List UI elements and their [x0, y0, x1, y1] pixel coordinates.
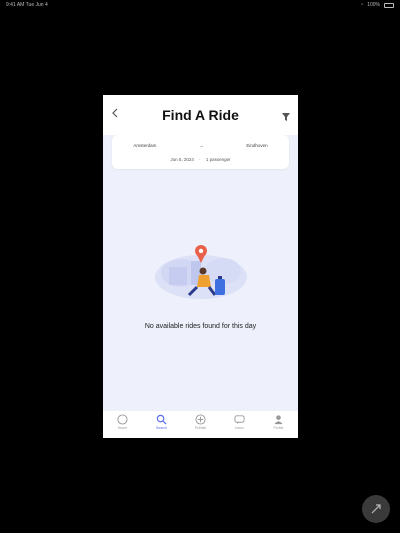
chat-icon — [234, 415, 245, 425]
search-icon — [156, 414, 167, 425]
wifi-icon: ◔ — [360, 2, 364, 8]
bottom-tab-bar: Home Search Publish Inbox Profile — [103, 411, 298, 438]
user-icon — [274, 415, 283, 425]
passenger-count: 1 passenger — [205, 157, 231, 162]
tab-home[interactable]: Home — [105, 414, 141, 430]
meta-separator: · — [199, 157, 201, 162]
header: Find A Ride — [103, 95, 298, 135]
status-bar: 9:41 AM Tue Jun 4 ◔ 100% — [0, 0, 400, 10]
status-time: 9:41 AM — [6, 2, 25, 8]
empty-state-illustration — [151, 237, 251, 307]
status-date: Tue Jun 4 — [25, 2, 48, 8]
route-row: Amsterdam → Eindhoven — [112, 143, 289, 148]
page-title: Find A Ride — [162, 107, 239, 123]
status-left: 9:41 AM Tue Jun 4 — [6, 2, 48, 8]
tab-label-search: Search — [155, 426, 168, 430]
destination-city: Eindhoven — [246, 143, 268, 148]
battery-percent: 100% — [367, 2, 380, 8]
status-right: ◔ 100% — [360, 2, 394, 8]
tab-inbox[interactable]: Inbox — [222, 414, 258, 430]
tab-search[interactable]: Search — [144, 414, 180, 430]
battery-icon — [384, 2, 394, 8]
filter-button[interactable] — [281, 109, 291, 121]
origin-city: Amsterdam — [133, 143, 157, 148]
tab-label-inbox: Inbox — [235, 426, 244, 430]
tab-label-profile: Profile — [273, 426, 284, 430]
empty-state-message: No available rides found for this day — [144, 323, 257, 330]
app-screen: Find A Ride Amsterdam → Eindhoven Jun 5,… — [103, 95, 298, 438]
assistive-touch-button[interactable] — [362, 495, 390, 523]
tab-publish[interactable]: Publish — [183, 414, 219, 430]
filter-icon — [282, 113, 290, 121]
tab-profile[interactable]: Profile — [261, 414, 297, 430]
home-icon — [117, 414, 128, 425]
tab-label-publish: Publish — [194, 426, 207, 430]
search-summary-card[interactable]: Amsterdam → Eindhoven Jun 5, 2024 · 1 pa… — [112, 135, 289, 169]
plus-icon — [195, 414, 206, 425]
meta-row: Jun 5, 2024 · 1 passenger — [112, 157, 289, 162]
ride-date: Jun 5, 2024 — [170, 157, 194, 162]
route-arrow: → — [199, 143, 204, 148]
expand-icon — [371, 504, 381, 514]
tab-label-home: Home — [117, 426, 128, 430]
